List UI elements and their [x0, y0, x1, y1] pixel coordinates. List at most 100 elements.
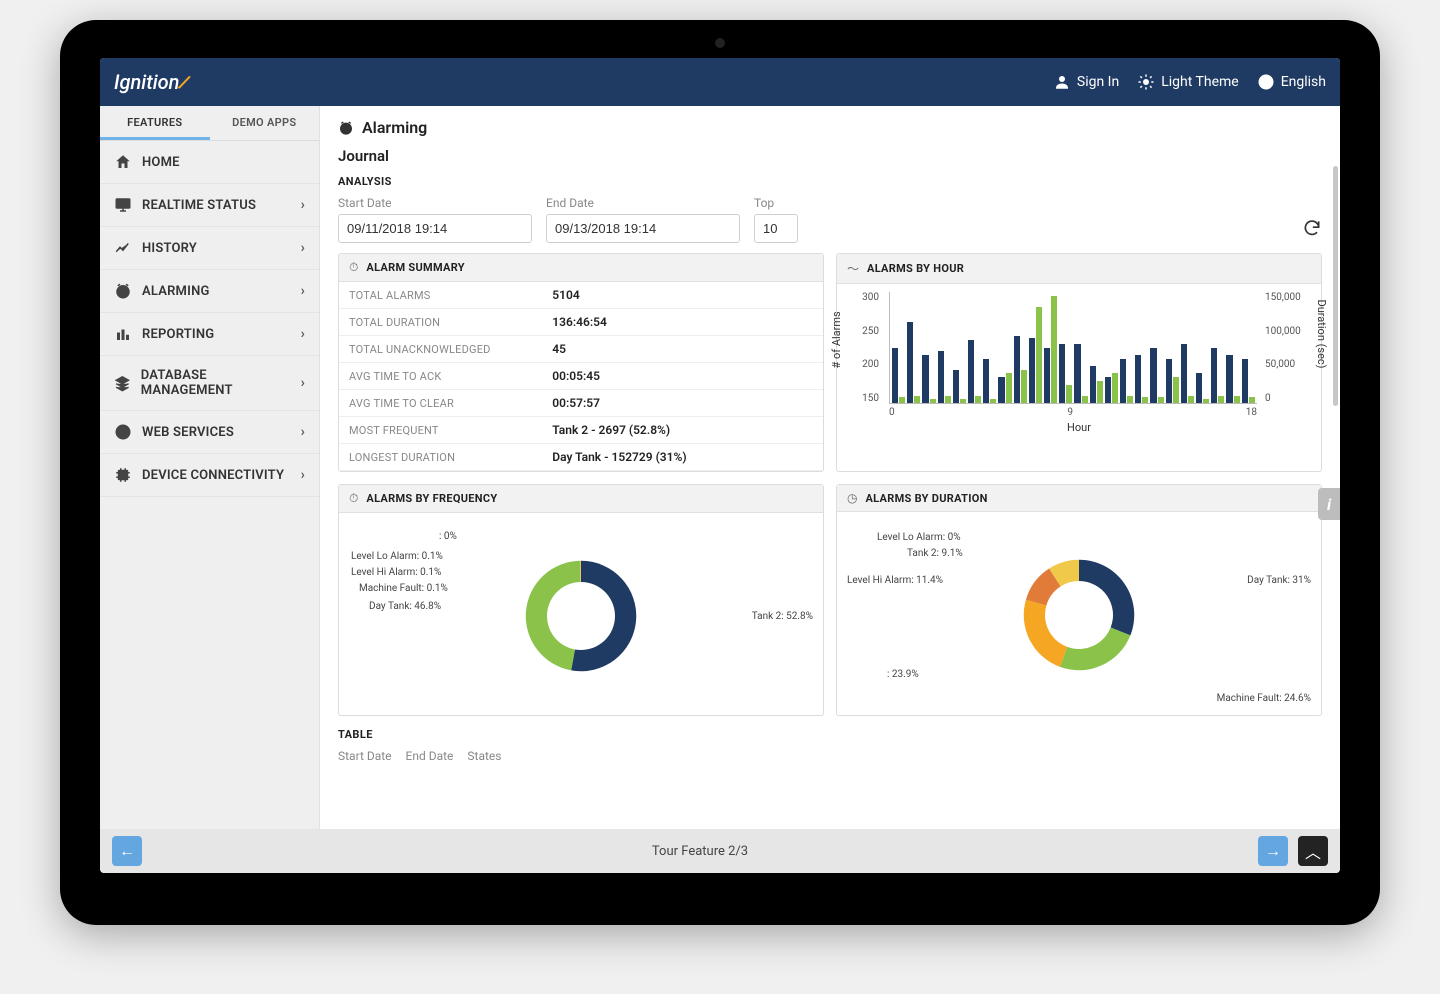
screen: Ignition/ Sign In Light Theme: [100, 58, 1340, 873]
donut-label: Day Tank: 31%: [1247, 575, 1311, 586]
language-selector[interactable]: English: [1257, 73, 1326, 91]
tab-demo-apps[interactable]: DEMO APPS: [210, 106, 320, 140]
sidebar-item-realtime-status[interactable]: REALTIME STATUS ›: [100, 184, 319, 227]
tour-prev-button[interactable]: ←: [112, 836, 142, 866]
summary-key: TOTAL UNACKNOWLEDGED: [339, 336, 542, 363]
chevron-right-icon: ›: [301, 197, 305, 213]
summary-value: 136:46:54: [542, 309, 823, 336]
tour-bar: ← Tour Feature 2/3 → ︿: [100, 829, 1340, 873]
bar-alarms: [1181, 344, 1187, 403]
sidebar-item-reporting[interactable]: REPORTING ›: [100, 313, 319, 356]
chevron-right-icon: ›: [301, 240, 305, 256]
summary-key: TOTAL DURATION: [339, 309, 542, 336]
sign-in-label: Sign In: [1077, 74, 1119, 90]
sidebar-item-history[interactable]: HISTORY ›: [100, 227, 319, 270]
user-icon: [1053, 73, 1071, 91]
summary-row: TOTAL ALARMS5104: [339, 282, 823, 309]
bar-duration: [1188, 396, 1194, 403]
sidebar-item-label: REALTIME STATUS: [142, 198, 256, 213]
bar-group: [968, 292, 981, 403]
summary-value: Tank 2 - 2697 (52.8%): [542, 417, 823, 444]
summary-row: MOST FREQUENTTank 2 - 2697 (52.8%): [339, 417, 823, 444]
sidebar-item-label: DATABASE MANAGEMENT: [141, 368, 291, 398]
donut-slice: [1079, 560, 1134, 636]
refresh-button[interactable]: [1302, 218, 1322, 243]
chevron-up-icon: ︿: [1305, 839, 1321, 863]
bar-alarms: [892, 348, 898, 404]
bar-group: [983, 292, 996, 403]
bar-alarms: [1196, 373, 1202, 403]
bar-alarms: [1150, 348, 1156, 404]
bar-alarms: [1211, 348, 1217, 404]
bar-duration: [975, 396, 981, 403]
alarms-by-hour-chart: # of Alarms Duration (sec) 300250200150 …: [837, 284, 1321, 471]
scrollbar[interactable]: [1333, 166, 1338, 406]
scroll-top-button[interactable]: ︿: [1298, 836, 1328, 866]
sidebar-item-alarming[interactable]: ALARMING ›: [100, 270, 319, 313]
start-date-field: Start Date: [338, 196, 532, 243]
y-left-axis-label: # of Alarms: [830, 311, 843, 368]
bar-alarms: [1014, 336, 1020, 403]
sidebar-item-label: HISTORY: [142, 241, 197, 256]
bar-group: [1226, 292, 1239, 403]
tour-next-button[interactable]: →: [1258, 836, 1288, 866]
bar-alarms: [1166, 359, 1172, 403]
globe-icon: [114, 423, 132, 441]
bar-duration: [1097, 381, 1103, 403]
bar-duration: [1142, 397, 1148, 403]
sidebar-item-database-management[interactable]: DATABASE MANAGEMENT ›: [100, 356, 319, 411]
bar-duration: [914, 396, 920, 403]
bar-duration: [1051, 296, 1057, 403]
x-axis-ticks: 0918: [889, 407, 1257, 418]
tab-features[interactable]: FEATURES: [100, 106, 210, 140]
summary-row: TOTAL DURATION136:46:54: [339, 309, 823, 336]
start-date-input[interactable]: [338, 214, 532, 243]
bar-duration: [1218, 396, 1224, 403]
bar-plot: [889, 292, 1257, 404]
bar-alarms: [1044, 348, 1050, 404]
clock-icon: [338, 120, 354, 136]
bar-group: [1196, 292, 1209, 403]
body: FEATURES DEMO APPS HOME REALTIME STATUS …: [100, 106, 1340, 829]
summary-row: LONGEST DURATIONDay Tank - 152729 (31%): [339, 444, 823, 471]
end-date-input[interactable]: [546, 214, 740, 243]
sidebar-item-label: DEVICE CONNECTIVITY: [142, 468, 284, 483]
bar-alarms: [907, 322, 913, 403]
donut-duration: Day Tank: 31%Machine Fault: 24.6%: 23.9%…: [847, 520, 1311, 710]
clock-icon: [114, 282, 132, 300]
chip-icon: [114, 466, 132, 484]
bar-group: [892, 292, 905, 403]
y-right-axis-label: Duration (sec): [1315, 300, 1328, 369]
donut-label: Tank 2: 52.8%: [752, 611, 813, 622]
sun-icon: [1137, 73, 1155, 91]
sidebar-item-label: REPORTING: [142, 327, 214, 342]
sidebar-item-home[interactable]: HOME: [100, 141, 319, 184]
clock-icon: ⏱: [349, 260, 358, 275]
sidebar-item-device-connectivity[interactable]: DEVICE CONNECTIVITY ›: [100, 454, 319, 497]
alarms-by-frequency-chart: Tank 2: 52.8%Day Tank: 46.8%Machine Faul…: [339, 513, 823, 715]
donut-label: : 23.9%: [887, 669, 919, 680]
bar-group: [1181, 292, 1194, 403]
bar-alarms: [1135, 355, 1141, 403]
bar-group: [1135, 292, 1148, 403]
analysis-filters: Start Date End Date Top: [338, 196, 1322, 243]
summary-row: AVG TIME TO ACK00:05:45: [339, 363, 823, 390]
sidebar-item-label: HOME: [142, 155, 180, 170]
donut-slice: [526, 561, 581, 671]
bar-alarms: [968, 340, 974, 403]
home-icon: [114, 153, 132, 171]
sidebar-item-label: ALARMING: [142, 284, 210, 299]
alarms-by-frequency-panel: ⏱ ALARMS BY FREQUENCY Tank 2: 52.8%Day T…: [338, 484, 824, 716]
bar-group: [1150, 292, 1163, 403]
chevron-right-icon: ›: [301, 326, 305, 342]
alarm-summary-header: ⏱ ALARM SUMMARY: [339, 254, 823, 282]
table-filters: Start Date End Date States: [338, 749, 1322, 763]
bar-duration: [1036, 307, 1042, 403]
sidebar-item-web-services[interactable]: WEB SERVICES ›: [100, 411, 319, 454]
theme-toggle[interactable]: Light Theme: [1137, 73, 1239, 91]
info-tab[interactable]: i: [1318, 488, 1340, 520]
sign-in-button[interactable]: Sign In: [1053, 73, 1119, 91]
bar-duration: [1006, 373, 1012, 403]
top-input[interactable]: [754, 214, 798, 243]
table-start-date-label: Start Date: [338, 749, 392, 763]
